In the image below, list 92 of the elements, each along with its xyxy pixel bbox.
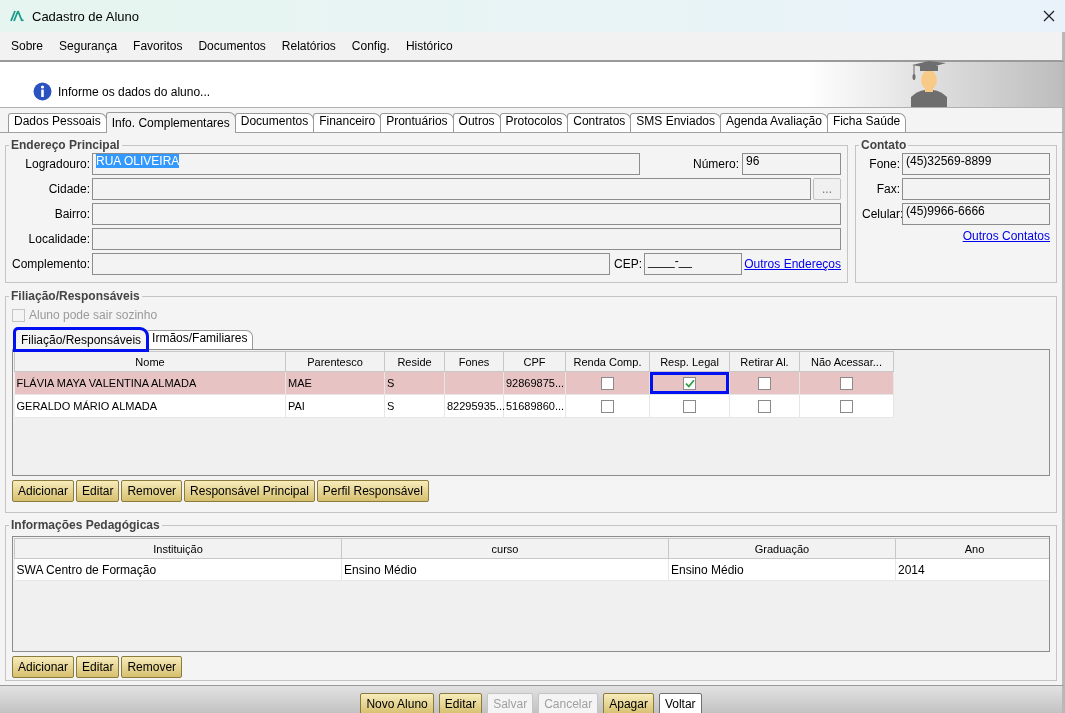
lookup-button[interactable]: ... <box>813 178 841 200</box>
action-button[interactable]: Adicionar <box>12 480 75 502</box>
action-button[interactable]: Perfil Responsável <box>316 480 429 502</box>
column-header[interactable]: Resp. Legal <box>649 351 730 372</box>
input-field[interactable] <box>92 178 811 200</box>
tab[interactable]: SMS Enviados <box>630 113 721 132</box>
menu-item[interactable]: Favoritos <box>125 39 191 53</box>
checkbox[interactable] <box>758 376 771 390</box>
checkbox-label: Aluno pode sair sozinho <box>29 308 158 322</box>
column-header[interactable]: Fones <box>444 351 504 372</box>
tab[interactable]: Financeiro <box>313 113 382 132</box>
checkbox[interactable] <box>601 376 614 390</box>
info-icon <box>33 82 52 101</box>
column-header[interactable]: Reside <box>384 351 445 372</box>
field-label: Fone: <box>868 157 900 171</box>
column-header[interactable]: Instituição <box>14 538 342 559</box>
input-field[interactable]: ____-__ <box>644 253 743 275</box>
field-label: Celular: <box>862 207 900 221</box>
action-button[interactable]: Responsável Principal <box>184 480 315 502</box>
input-field[interactable] <box>92 228 841 250</box>
checkbox[interactable] <box>683 399 696 413</box>
menu-item[interactable]: Documentos <box>190 39 274 53</box>
input-field[interactable]: 96 <box>742 153 841 175</box>
menu-item[interactable]: Histórico <box>397 39 461 53</box>
column-header[interactable]: Nome <box>14 351 286 372</box>
group-title: Filiação/Responsáveis <box>10 289 141 303</box>
column-header[interactable]: Retirar Al. <box>729 351 800 372</box>
action-button[interactable]: Editar <box>76 480 120 502</box>
footer-button[interactable]: Editar <box>438 693 483 713</box>
menu-item[interactable]: Sobre <box>3 39 52 53</box>
close-icon[interactable] <box>1043 10 1055 22</box>
link[interactable]: Outros Endereços <box>744 257 841 271</box>
group-title: Contato <box>860 138 908 152</box>
field-label: Logradouro: <box>24 157 90 171</box>
column-header[interactable]: Não Acessar... <box>799 351 894 372</box>
tab[interactable]: Dados Pessoais <box>8 113 107 132</box>
menu-item[interactable]: Segurança <box>51 39 126 53</box>
link[interactable]: Outros Contatos <box>962 229 1050 243</box>
group-title: Endereço Principal <box>10 138 121 152</box>
info-message: Informe os dados do aluno... <box>58 84 211 99</box>
checkbox[interactable] <box>601 399 614 413</box>
table-cell: 2014 <box>895 558 1049 581</box>
column-header[interactable]: Graduação <box>668 538 896 559</box>
input-field[interactable] <box>92 253 610 275</box>
field-label: Complemento: <box>12 257 90 271</box>
app-logo-icon <box>10 10 24 22</box>
field-label: Cidade: <box>47 182 90 196</box>
column-header[interactable]: curso <box>341 538 669 559</box>
group-title: Informações Pedagógicas <box>10 518 161 532</box>
tab[interactable]: Agenda Avaliação <box>720 113 828 132</box>
graduate-avatar-icon <box>909 61 949 107</box>
menu-item[interactable]: Config. <box>343 39 398 53</box>
action-button[interactable]: Editar <box>76 656 120 678</box>
footer-button[interactable]: Apagar <box>603 693 654 713</box>
tab[interactable]: Contratos <box>567 113 632 132</box>
table-cell: GERALDO MÁRIO ALMADA <box>14 394 286 418</box>
input-field[interactable] <box>902 178 1050 200</box>
checkbox[interactable] <box>758 399 771 413</box>
action-button[interactable]: Adicionar <box>12 656 75 678</box>
table-cell: SWA Centro de Formação <box>14 558 342 581</box>
table-cell: Ensino Médio <box>668 558 896 581</box>
field-label: Bairro: <box>53 207 90 221</box>
tab[interactable]: Protocolos <box>499 113 569 132</box>
input-field[interactable]: (45)9966-6666 <box>902 203 1050 225</box>
window-title: Cadastro de Aluno <box>32 8 139 24</box>
field-label: CEP: <box>614 257 642 271</box>
field-label: Fax: <box>875 182 900 196</box>
field-label: Número: <box>692 157 740 171</box>
tab[interactable]: Filiação/Responsáveis <box>15 329 148 350</box>
footer-button[interactable]: Novo Aluno <box>360 693 434 713</box>
input-field[interactable]: (45)32569-8899 <box>902 153 1050 175</box>
column-header[interactable]: CPF <box>503 351 566 372</box>
tab[interactable]: Ficha Saúde <box>826 113 907 132</box>
tab[interactable]: Info. Complementares <box>105 112 236 133</box>
field-label: Localidade: <box>27 232 90 246</box>
tab[interactable]: Prontuários <box>380 113 454 132</box>
checkbox[interactable] <box>683 376 696 390</box>
tab[interactable]: Documentos <box>234 113 315 132</box>
footer-button[interactable]: Voltar <box>658 693 702 713</box>
input-field[interactable] <box>92 203 841 225</box>
menu-item[interactable]: Relatórios <box>273 39 344 53</box>
checkbox[interactable] <box>840 399 853 413</box>
tab[interactable]: Outros <box>452 113 501 132</box>
action-button[interactable]: Remover <box>121 656 183 678</box>
tab[interactable]: Irmãos/Familiares <box>146 330 254 349</box>
column-header[interactable]: Renda Comp. <box>565 351 650 372</box>
table-cell: FLÁVIA MAYA VALENTINA ALMADA <box>14 371 286 395</box>
table-cell: Ensino Médio <box>341 558 669 581</box>
checkbox[interactable] <box>840 376 853 390</box>
column-header[interactable]: Parentesco <box>285 351 385 372</box>
action-button[interactable]: Remover <box>121 480 183 502</box>
column-header[interactable]: Ano <box>895 538 1049 559</box>
